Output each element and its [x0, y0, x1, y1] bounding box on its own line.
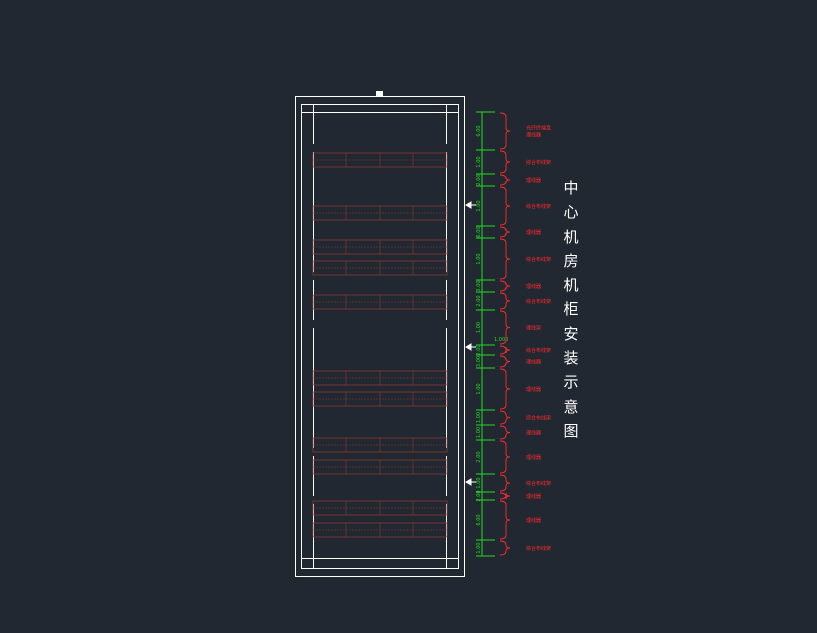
brace [499, 540, 511, 556]
equipment-panel [312, 370, 448, 386]
equipment-panel [312, 500, 448, 516]
equipment-panel [312, 260, 448, 276]
brace [499, 345, 511, 355]
dimension-label: 1.00 [476, 477, 482, 488]
brace [499, 500, 511, 540]
cabinet-diagram: 6.001.002.001.006.001.003.002.001.002.00… [295, 91, 551, 577]
equipment-rows [312, 152, 448, 538]
brace [499, 238, 511, 280]
dimension-label: 6.00 [476, 125, 482, 136]
cabinet-label: 理线器 [526, 386, 541, 393]
equipment-panel [312, 239, 448, 255]
cabinet-label: 理线架 [526, 325, 541, 332]
brace [499, 292, 511, 310]
equipment-panel [312, 459, 448, 475]
arrow-markers [465, 201, 476, 486]
title-char: 机 [563, 227, 579, 246]
brace [499, 174, 511, 186]
dimension-label: 1.00 [476, 200, 482, 211]
brace [499, 440, 511, 474]
cabinet-label: 综合布线架 [526, 256, 551, 263]
cabinet-label: 理线器 [526, 132, 541, 139]
equipment-panel [312, 152, 448, 168]
dimension-label: 1.00 [476, 156, 482, 167]
cabinet-label: 理线器 [526, 493, 541, 500]
brace [499, 492, 511, 500]
title-char: 意 [563, 397, 579, 416]
label-column: 光纤终端盒理线器综合布线架理线器综合布线架理线器综合布线架理线器综合布线架理线架… [499, 112, 551, 556]
brace [499, 226, 511, 238]
dimension-label: 2.00 [476, 451, 482, 462]
title-char: 机 [563, 276, 579, 295]
title-char: 图 [563, 421, 579, 440]
brace [499, 355, 511, 368]
dimension-label: 1.00 [476, 383, 482, 394]
title-char: 心 [563, 203, 579, 222]
brace [499, 112, 511, 150]
cabinet-label: 综合布线架 [526, 347, 551, 354]
dimension-label: 2.00 [476, 295, 482, 306]
cabinet-label: 理线器 [526, 517, 541, 524]
cabinet-label: 综合布线架 [526, 203, 551, 210]
cabinet-label: 理线器 [526, 454, 541, 461]
cabinet-label: 理线器 [526, 177, 541, 184]
title-char: 装 [563, 349, 579, 368]
equipment-panel [312, 437, 448, 453]
dimension-label: 1.00 [476, 427, 482, 438]
equipment-panel [312, 391, 448, 407]
title-char: 柜 [563, 300, 579, 319]
cabinet-label: 综合布线架 [526, 545, 551, 552]
brace [499, 474, 511, 492]
dimension-label: 3.00 [476, 356, 482, 367]
brace [499, 368, 511, 410]
equipment-panel [312, 522, 448, 538]
cabinet-label: 理线器 [526, 229, 541, 236]
title-char: 房 [563, 251, 579, 270]
dimension-label: 2.00 [476, 174, 482, 185]
dimension-label: 6.00 [476, 226, 482, 237]
cabinet-label: 理线器 [526, 430, 541, 437]
dimension-label: 6.00 [476, 514, 482, 525]
brace [499, 280, 511, 292]
dimension-label: 2.00 [476, 490, 482, 501]
cabinet-label: 综合布线架 [526, 159, 551, 166]
cabinet-label: 综合布线架 [526, 298, 551, 305]
equipment-panel [312, 294, 448, 310]
brace [499, 186, 511, 226]
cabinet-label: 理线器 [526, 283, 541, 290]
dimension-label: 2.00 [476, 344, 482, 355]
cabinet-label: 综合布线架 [526, 415, 551, 422]
title-char: 示 [563, 373, 579, 392]
cabinet-top-handle [376, 91, 383, 97]
brace [499, 410, 511, 425]
dimension-label: 1.00 [476, 322, 482, 333]
title-char: 安 [563, 324, 579, 343]
dimension-label: 3.00 [476, 280, 482, 291]
cabinet-label: 理线器 [526, 359, 541, 366]
dimension-label: 1.00 [476, 412, 482, 423]
brace [499, 425, 511, 440]
title-char: 中 [563, 179, 579, 197]
dimension-label: 1.00 [476, 542, 482, 553]
diagram-title: 中 心 机 房 机 柜 安 装 示 意 图 [557, 176, 585, 443]
cabinet-label: 综合布线架 [526, 480, 551, 487]
cabinet-label: 光纤终端盒 [526, 125, 551, 132]
dimension-column: 6.001.002.001.006.001.003.002.001.002.00… [476, 111, 508, 557]
brace [499, 150, 511, 174]
dimension-label: 1.00 [476, 253, 482, 264]
equipment-panel [312, 205, 448, 221]
